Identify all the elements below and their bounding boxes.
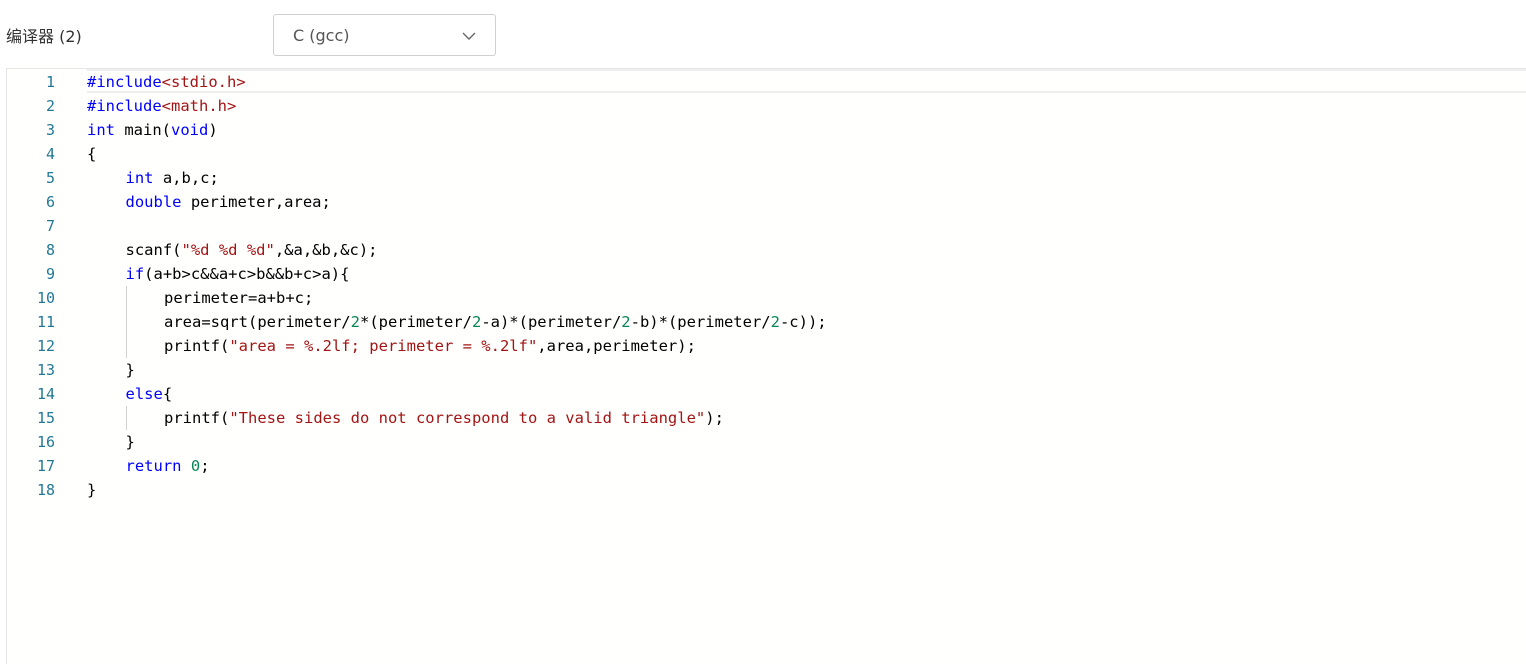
line-number: 8 [45,241,55,259]
code-token: "%d %d %d" [181,241,275,259]
code-token: 2 [621,313,631,331]
code-token: printf( [164,337,230,355]
code-token: #include [87,97,162,115]
code-token: 0 [190,457,201,475]
indent-guide [125,406,127,430]
code-token: *(perimeter/ [359,313,472,331]
line-number: 12 [36,337,55,355]
code-line[interactable]: } [87,478,96,502]
line-number: 11 [36,313,55,331]
code-token: ); [705,409,724,427]
code-line[interactable]: area=sqrt(perimeter/2*(perimeter/2-a)*(p… [164,310,827,334]
code-token: perimeter,area; [181,193,331,211]
indent-guide [125,310,127,334]
code-line[interactable]: scanf("%d %d %d",&a,&b,&c); [126,238,378,262]
line-number-gutter: 1 2 3 4 5 6 7 8 9 10 11 12 13 14 15 16 17 18 [7,69,71,664]
code-line[interactable]: return 0; [126,454,210,478]
line-number: 7 [45,217,55,235]
code-line[interactable]: printf("These sides do not correspond to… [164,406,724,430]
code-token: { [87,145,97,163]
code-token: else [125,385,163,403]
code-line[interactable]: } [126,430,135,454]
code-token: -b)*(perimeter/ [630,313,771,331]
code-line[interactable]: int a,b,c; [126,166,219,190]
line-number: 10 [36,289,55,307]
code-line[interactable]: { [87,142,96,166]
code-token: 2 [350,313,360,331]
code-token: 2 [471,313,482,331]
line-number: 1 [45,73,55,91]
line-number: 3 [45,121,55,139]
line-number: 14 [36,385,55,403]
line-number: 5 [45,169,55,187]
code-line[interactable]: int main(void) [87,118,218,142]
code-token: <math.h> [161,97,237,115]
line-number: 17 [36,457,55,475]
line-number: 2 [45,97,55,115]
compiler-label: 编译器 (2) [6,27,82,46]
line-number: 13 [36,361,55,379]
line-number: 6 [45,193,55,211]
code-token: int [87,121,115,139]
indent-guide [125,334,127,358]
line-number: 9 [45,265,55,283]
code-token: -a)*(perimeter/ [481,313,622,331]
current-line-highlight [87,69,1526,93]
code-line[interactable]: if(a+b>c&&a+c>b&&b+c>a){ [126,262,350,286]
code-line[interactable]: printf("area = %.2lf; perimeter = %.2lf"… [164,334,696,358]
code-token: ) [208,121,218,139]
chevron-down-icon [462,32,476,40]
code-line[interactable]: else{ [126,382,173,406]
code-token: (a+b>c&&a+c>b&&b+c>a){ [144,265,350,283]
code-line[interactable]: double perimeter,area; [126,190,331,214]
code-token: if [125,265,145,283]
code-token: return [125,457,182,475]
line-number: 18 [36,481,55,499]
code-token: 2 [770,313,780,331]
code-token: ,area,perimeter); [537,337,696,355]
code-token: } [125,361,135,379]
code-token: main( [115,121,171,139]
code-token: int [125,169,154,187]
code-token: "These sides do not correspond to a vali… [229,409,706,427]
code-token: double [125,193,182,211]
code-token: <stdio.h> [161,73,246,91]
code-line[interactable]: perimeter=a+b+c; [164,286,313,310]
code-token: ,&a,&b,&c); [274,241,378,259]
code-token: #include [87,73,162,91]
code-token: } [125,433,135,451]
code-token: "area = %.2lf; perimeter = %.2lf" [229,337,538,355]
code-line[interactable]: } [126,358,135,382]
compiler-toolbar: 编译器 (2) C (gcc) [0,0,1526,68]
indent-guide [125,286,127,310]
code-line[interactable]: #include<stdio.h> [87,70,246,94]
compiler-select-value: C (gcc) [293,26,350,45]
code-token: perimeter=a+b+c; [164,289,314,307]
code-token: -c)); [779,313,827,331]
line-number: 4 [45,145,55,163]
compiler-select[interactable]: C (gcc) [273,14,496,56]
code-line[interactable]: #include<math.h> [87,94,236,118]
code-area[interactable]: #include<stdio.h> #include<math.h> int mai… [87,69,1526,664]
code-editor[interactable]: 1 2 3 4 5 6 7 8 9 10 11 12 13 14 15 16 17 18 #include<std… [6,68,1526,664]
code-token: } [87,481,97,499]
code-token: scanf( [125,241,182,259]
code-token: a,b,c; [153,169,219,187]
code-token: { [162,385,173,403]
code-token: area=sqrt(perimeter/ [164,313,351,331]
line-number: 15 [36,409,55,427]
code-token: printf( [164,409,230,427]
code-token: ; [200,457,210,475]
code-token: void [171,121,209,139]
line-number: 16 [36,433,55,451]
